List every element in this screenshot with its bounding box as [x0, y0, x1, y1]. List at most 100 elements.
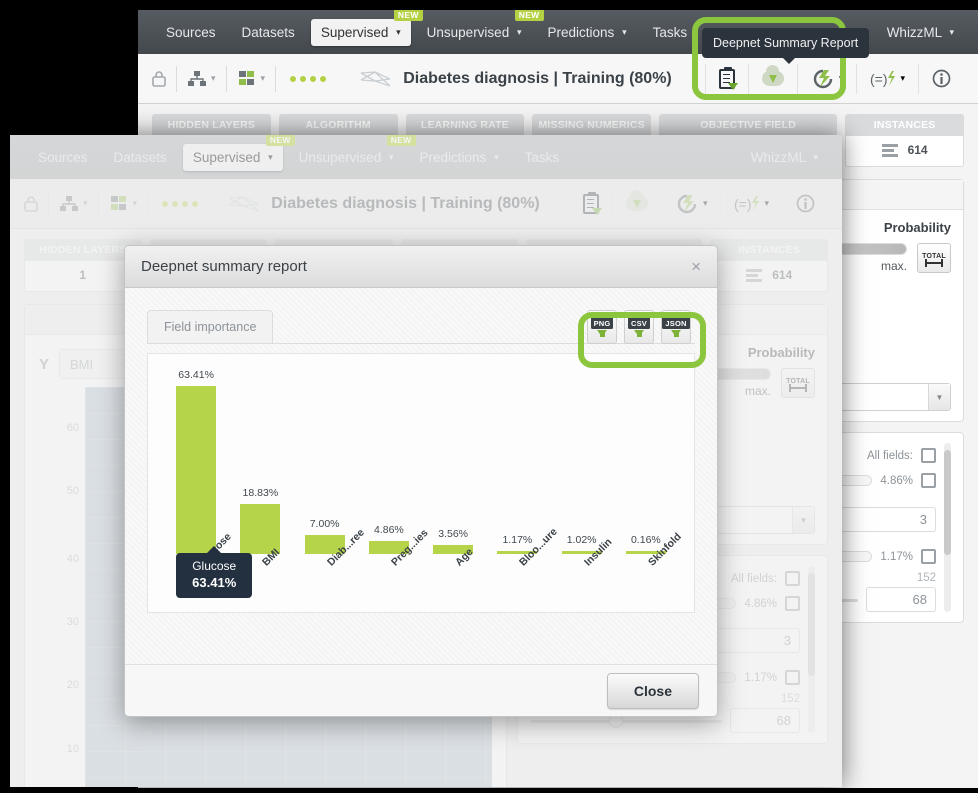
info-button[interactable] — [918, 63, 964, 94]
dimmed-toolbar: ▾ ▾ Diabetes diagnosis | Training (80%) — [10, 179, 842, 229]
chevron-down-icon: ▾ — [396, 27, 401, 38]
bar-column[interactable]: 1.02% Insulin — [561, 368, 614, 568]
histogram-icon — [746, 268, 763, 282]
tooltip-field: Glucose — [192, 559, 237, 573]
info-icon — [796, 194, 815, 213]
chevron-down-icon: ▾ — [622, 27, 627, 38]
bar-value-label: 63.41% — [178, 368, 214, 381]
field-importance-chart: 63.41%Glucose18.83%BMI7.00%Diab...ree4.8… — [147, 353, 695, 613]
field-checkbox[interactable] — [785, 670, 801, 685]
bp-value-input[interactable]: 68 — [866, 587, 936, 612]
lock-icon[interactable] — [24, 195, 38, 212]
bar-value-label: 1.02% — [566, 534, 597, 547]
evaluate-icon: (=) — [734, 195, 760, 212]
bar-column[interactable]: 4.86% Preg...ies — [368, 368, 430, 568]
account-menu[interactable]: WhizzML ▾ — [751, 150, 824, 165]
bar-value-label: 3.56% — [438, 527, 468, 540]
field-checkbox[interactable] — [921, 549, 937, 564]
field-checkbox[interactable] — [921, 473, 936, 488]
nav-item-sources[interactable]: Sources — [28, 144, 98, 171]
nav-item-predictions[interactable]: Predictions ▾ — [538, 19, 637, 46]
field-importance: 1.17% — [744, 671, 778, 684]
nav-item-datasets[interactable]: Datasets — [104, 144, 177, 171]
nav-item-sources[interactable]: Sources — [156, 19, 226, 46]
nav-label: Datasets — [113, 149, 167, 165]
all-fields-label: All fields: — [730, 572, 777, 585]
resource-title-text: Diabetes diagnosis | Training (80%) — [403, 69, 672, 87]
field-importance: 4.86% — [744, 597, 777, 610]
chevron-down-icon: ▾ — [764, 198, 769, 208]
chevron-down-icon: ▾ — [813, 152, 818, 163]
highlight-download-buttons — [578, 312, 706, 368]
nav-item-supervised[interactable]: Supervised ▾ NEW — [182, 135, 295, 171]
nav-item-supervised[interactable]: Supervised ▾ NEW — [310, 10, 423, 46]
bar-column[interactable]: 7.00% Diab...ree — [304, 368, 367, 568]
dataset-icon[interactable]: ▾ — [237, 70, 265, 88]
nav-item-datasets[interactable]: Datasets — [232, 19, 305, 46]
all-fields-checkbox[interactable] — [785, 571, 800, 586]
nav-label: Tasks — [652, 24, 688, 40]
chevron-down-icon: ▾ — [949, 27, 954, 38]
model-icon[interactable]: ▾ — [59, 195, 88, 213]
all-fields-checkbox[interactable] — [921, 448, 936, 463]
chevron-down-icon: ▾ — [516, 27, 522, 38]
bar-column[interactable]: 3.56% Age — [433, 368, 476, 568]
nav-item-tasks[interactable]: Tasks — [515, 144, 570, 171]
nav-item-unsupervised[interactable]: Unsupervised ▾ NEW — [289, 135, 416, 171]
total-toggle-button[interactable]: TOTAL — [917, 243, 951, 273]
nav-item-tasks[interactable]: Tasks — [643, 19, 698, 46]
dimmed-navbar: Sources Datasets Supervised ▾ NEW Unsupe… — [10, 135, 842, 179]
modal-footer: Close — [125, 664, 717, 716]
close-button[interactable]: Close — [606, 672, 699, 709]
account-menu[interactable]: WhizzML ▾ — [887, 25, 960, 40]
bar-value-label: 18.83% — [242, 486, 279, 499]
nav-item-predictions[interactable]: Predictions ▾ — [410, 144, 509, 171]
bp-max: 152 — [916, 572, 936, 584]
stat-head: INSTANCES — [710, 239, 828, 261]
nav-label: Unsupervised — [298, 149, 382, 165]
bar-category-label: Bloo...ure — [517, 525, 561, 569]
fields-scrollbar[interactable] — [944, 443, 951, 612]
stat-head: INSTANCES — [845, 114, 964, 136]
stat-value-wrap: 614 — [710, 261, 828, 292]
info-button[interactable] — [782, 188, 828, 219]
nav-item-unsupervised[interactable]: Unsupervised ▾ NEW — [417, 10, 544, 46]
close-icon[interactable]: × — [691, 257, 701, 277]
nav-label: Sources — [38, 149, 88, 165]
total-toggle-button[interactable]: TOTAL — [781, 368, 815, 398]
callout-text: Deepnet Summary Report — [713, 36, 859, 50]
screenshot-root: Sources Datasets Supervised ▾ NEW Unsupe… — [0, 0, 978, 793]
actions-button[interactable]: ▾ — [660, 188, 721, 219]
model-icon[interactable]: ▾ — [187, 70, 216, 88]
account-label: WhizzML — [750, 149, 806, 165]
stat-card-instances: INSTANCES 614 — [710, 239, 828, 292]
evaluate-button[interactable]: (=) ▾ — [720, 188, 782, 219]
stat-head: MISSING NUMERICS — [532, 114, 652, 136]
lock-icon[interactable] — [152, 70, 166, 87]
svg-text:(=): (=) — [870, 71, 888, 87]
clipboard-download-icon — [582, 191, 602, 215]
bar-column[interactable]: 18.83% BMI — [240, 368, 282, 568]
nav-label: Unsupervised — [426, 24, 510, 40]
bp-value-input[interactable]: 68 — [730, 708, 800, 733]
evaluate-button[interactable]: (=) ▾ — [856, 63, 918, 94]
bars-container: 63.41%Glucose18.83%BMI 7.00%Diab...ree4.8… — [164, 368, 684, 568]
field-checkbox[interactable] — [785, 596, 800, 611]
dataset-icon[interactable]: ▾ — [109, 195, 137, 213]
nav-label: Sources — [166, 24, 216, 40]
bar-value-label: 7.00% — [309, 518, 340, 531]
tab-field-importance[interactable]: Field importance — [147, 310, 274, 343]
bar-column[interactable]: 63.41%Glucose — [176, 368, 234, 568]
download-button[interactable] — [611, 188, 661, 219]
bar-column[interactable]: 0.16% Skinfold — [625, 368, 684, 568]
chevron-down-icon: ▾ — [211, 73, 216, 83]
fields-scrollbar[interactable] — [808, 566, 815, 733]
bar-column[interactable]: 1.17% Bloo...ure — [497, 368, 560, 568]
summary-report-button[interactable] — [568, 188, 612, 219]
nav-label: Supervised — [192, 149, 261, 165]
stat-value-wrap: 614 — [845, 136, 964, 167]
bar[interactable]: 63.41% — [176, 369, 217, 554]
privacy-dots — [290, 75, 327, 82]
bp-max: 152 — [780, 693, 800, 705]
stat-value: 614 — [772, 268, 793, 282]
